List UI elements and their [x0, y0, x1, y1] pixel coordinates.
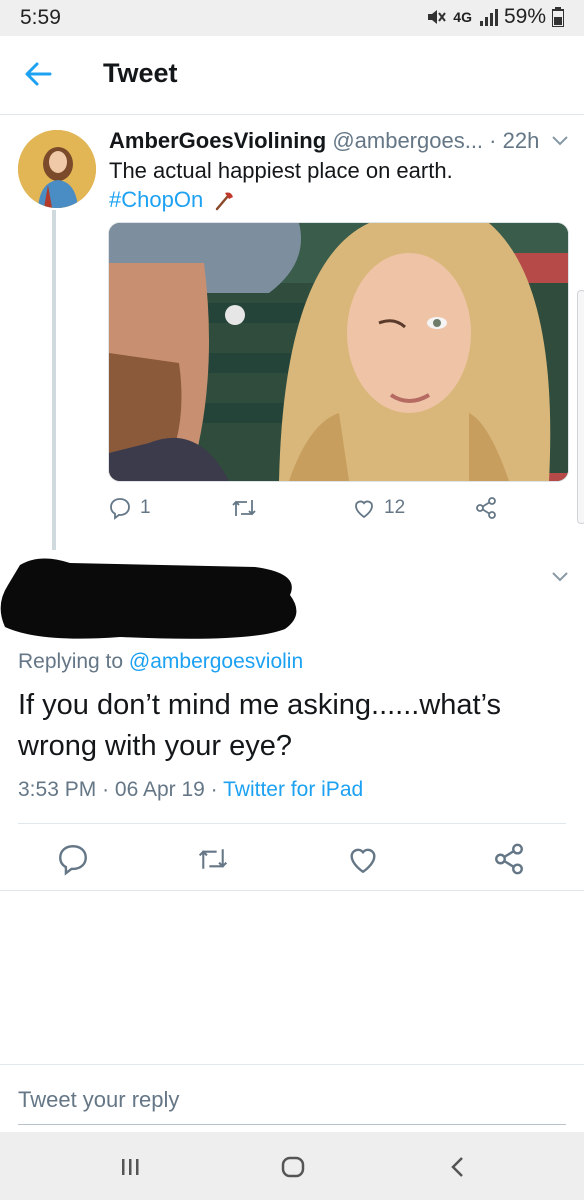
tweet-text: The actual happiest place on earth. — [109, 158, 453, 183]
tweet-header: AmberGoesViolining @ambergoes... · 22h — [109, 128, 539, 154]
meta-separator: · — [102, 778, 110, 801]
user-handle[interactable]: @ambergoes... — [332, 128, 483, 153]
reply-action[interactable]: 1 — [108, 496, 151, 520]
display-name[interactable]: AmberGoesViolining — [109, 128, 326, 153]
share-action[interactable] — [474, 496, 498, 520]
reply-count: 1 — [140, 497, 151, 518]
like-action[interactable]: 12 — [352, 496, 405, 520]
mute-icon — [428, 10, 447, 24]
retweet-icon — [232, 500, 256, 516]
replying-prefix: Replying to — [18, 650, 124, 673]
signal-icon — [479, 9, 498, 26]
chevron-down-icon[interactable] — [551, 570, 569, 584]
status-bar: 5:59 4G 59% — [0, 0, 584, 36]
reply-icon — [110, 498, 130, 520]
arrow-left-icon[interactable] — [22, 58, 54, 90]
tweet-timestamp: 3:53 PM — [18, 778, 97, 801]
share-icon — [476, 497, 496, 519]
tweet-photo[interactable] — [108, 222, 569, 482]
back-nav-icon[interactable] — [443, 1152, 473, 1182]
battery-icon — [552, 7, 564, 27]
like-count: 12 — [384, 497, 406, 518]
replying-to-line: Replying to @ambergoesviolin — [18, 650, 303, 674]
tweet-actions: 1 12 — [108, 496, 508, 526]
hashtag-line: #ChopOn — [109, 187, 235, 213]
heart-icon[interactable] — [346, 842, 380, 876]
hashtag-link[interactable]: #ChopOn — [109, 187, 203, 212]
tweet-time: · 22h — [489, 128, 540, 153]
status-time: 5:59 — [20, 6, 61, 29]
tweet-meta: 3:53 PM · 06 Apr 19 · Twitter for iPad — [18, 778, 363, 802]
reply-tweet-actions — [0, 838, 584, 878]
status-icons: 4G 59% — [425, 5, 564, 29]
retweet-action[interactable] — [230, 496, 266, 520]
retweet-icon[interactable] — [196, 842, 230, 876]
chevron-down-icon[interactable] — [551, 134, 569, 148]
system-nav-bar — [0, 1132, 584, 1200]
avatar-image — [18, 130, 96, 208]
reply-tweet-text: If you don’t mind me asking......what’s … — [18, 689, 502, 762]
mention-link[interactable]: @ambergoesviolin — [129, 650, 303, 673]
network-4g-icon: 4G — [453, 9, 472, 25]
avatar[interactable] — [18, 130, 96, 208]
redacted-user-info — [0, 558, 297, 639]
battery-level: 59% — [503, 5, 546, 28]
tweet-source[interactable]: Twitter for iPad — [223, 778, 363, 801]
reply-composer[interactable]: Tweet your reply — [0, 1064, 584, 1131]
axe-emoji — [216, 192, 234, 211]
home-icon[interactable] — [278, 1152, 308, 1182]
app-bar: Tweet — [0, 36, 584, 115]
page-title: Tweet — [103, 58, 178, 88]
tweet-date: 06 Apr 19 — [114, 778, 205, 801]
reply-input-placeholder[interactable]: Tweet your reply — [18, 1087, 179, 1113]
heart-icon — [355, 500, 373, 519]
thread-connector — [52, 210, 56, 550]
reply-icon[interactable] — [56, 842, 90, 876]
photo-image — [109, 223, 568, 481]
scrollbar-thumb[interactable] — [577, 290, 584, 524]
input-underline — [18, 1124, 566, 1125]
divider — [18, 823, 566, 824]
divider — [0, 890, 584, 891]
meta-separator: · — [210, 778, 218, 801]
recent-apps-icon[interactable] — [115, 1152, 145, 1182]
share-icon[interactable] — [492, 842, 526, 876]
